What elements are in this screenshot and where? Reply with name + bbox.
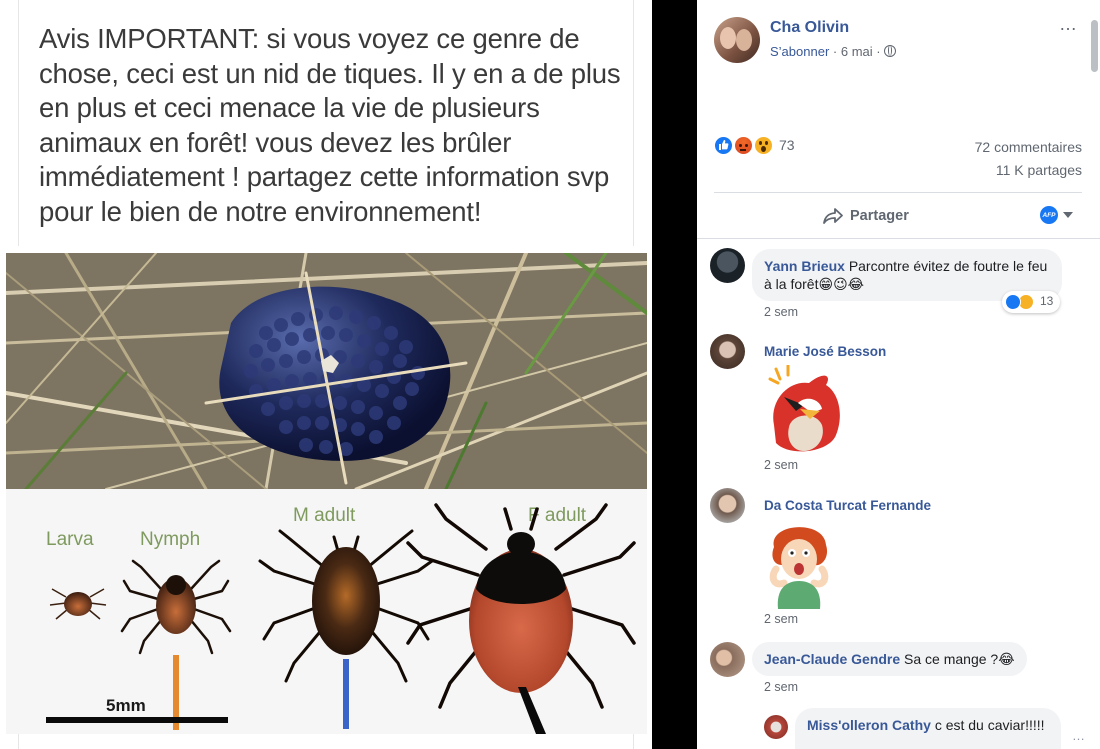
reply-author[interactable]: Miss'olleron Cathy	[807, 717, 931, 733]
commenter-avatar[interactable]	[710, 642, 745, 677]
comment-author[interactable]: Da Costa Turcat Fernande	[764, 498, 931, 513]
post-image[interactable]: Avis IMPORTANT: si vous voyez ce genre d…	[0, 0, 652, 749]
post-meta: S’abonner · 6 mai ·	[770, 44, 897, 59]
meta-separator: ·	[876, 44, 881, 59]
reply-bubble: Miss'olleron Cathy c est du caviar!!!!!	[795, 708, 1061, 749]
globe-icon	[884, 45, 897, 57]
comments-top-border	[697, 238, 1100, 239]
like-reaction-icon	[1005, 294, 1021, 310]
image-bottom-border	[18, 734, 634, 749]
comment-author[interactable]: Yann Brieux	[764, 258, 845, 274]
comment-time[interactable]: 2 sem	[764, 305, 798, 319]
comment-author[interactable]: Jean-Claude Gendre	[764, 651, 900, 667]
scale-label: 5mm	[106, 696, 146, 715]
comment-author[interactable]: Marie José Besson	[764, 344, 886, 359]
page-selector[interactable]: AFP	[1040, 206, 1073, 224]
comments-count-link[interactable]: 72 commentaires	[975, 139, 1082, 155]
reply-avatar[interactable]	[764, 715, 788, 739]
page-badge-text: AFP	[1042, 211, 1056, 219]
comment-emoji: 😂	[998, 652, 1015, 668]
angry-reaction-icon	[734, 136, 753, 155]
comment-time[interactable]: 2 sem	[764, 612, 798, 626]
divider	[714, 192, 1082, 193]
post-author-name[interactable]: Cha Olivin	[770, 19, 849, 37]
angry-bird-sticker	[764, 363, 844, 455]
reaction-count: 73	[779, 137, 795, 153]
follow-link[interactable]: S’abonner	[770, 44, 829, 59]
label-male-adult: M adult	[293, 505, 356, 526]
label-larva: Larva	[46, 529, 94, 550]
label-nymph: Nymph	[140, 529, 200, 550]
comment-emoji: 😁😉😂	[818, 277, 865, 293]
commenter-avatar[interactable]	[710, 248, 745, 283]
reactions-summary[interactable]: 73	[714, 136, 834, 158]
tick-stages-illustration: Larva Nymph M adult F adult 5mm	[6, 489, 647, 734]
comment-time[interactable]: 2 sem	[764, 680, 798, 694]
post-date[interactable]: 6 mai	[841, 44, 873, 59]
scrollbar-thumb[interactable]	[1091, 20, 1098, 72]
author-avatar[interactable]	[714, 17, 760, 63]
reply-options-button[interactable]: …	[1072, 728, 1086, 743]
comment-time[interactable]: 2 sem	[764, 458, 798, 472]
post-sidebar: Cha Olivin S’abonner · 6 mai · … 73 72 c…	[697, 0, 1100, 749]
like-reaction-icon	[714, 136, 733, 155]
image-warning-text: Avis IMPORTANT: si vous voyez ce genre d…	[39, 23, 621, 227]
tick-nest-photo	[6, 253, 647, 489]
tick-nest-illustration	[6, 253, 647, 489]
comment-reactions[interactable]: 13	[1002, 291, 1060, 313]
commenter-avatar[interactable]	[710, 488, 745, 523]
share-arrow-icon	[823, 208, 843, 224]
page-badge-icon: AFP	[1040, 206, 1058, 224]
commenter-avatar[interactable]	[710, 334, 745, 369]
share-label: Partager	[850, 208, 909, 224]
wow-reaction-icon	[754, 136, 773, 155]
shares-count-link[interactable]: 11 K partages	[996, 162, 1082, 178]
post-options-button[interactable]: …	[1059, 14, 1078, 35]
meta-separator: ·	[832, 44, 838, 59]
share-button[interactable]: Partager	[822, 205, 909, 227]
lois-griffin-sticker	[764, 517, 834, 609]
image-text-card: Avis IMPORTANT: si vous voyez ce genre d…	[18, 0, 634, 246]
comment-text: Sa ce mange ?	[904, 651, 999, 667]
comment-reaction-count: 13	[1040, 294, 1054, 308]
comment-bubble: Jean-Claude Gendre Sa ce mange ?😂	[752, 642, 1027, 676]
tick-stages-panel: Larva Nymph M adult F adult 5mm	[6, 489, 647, 734]
reply-text: c est du caviar!!!!!	[934, 717, 1045, 733]
chevron-down-icon	[1063, 212, 1073, 218]
